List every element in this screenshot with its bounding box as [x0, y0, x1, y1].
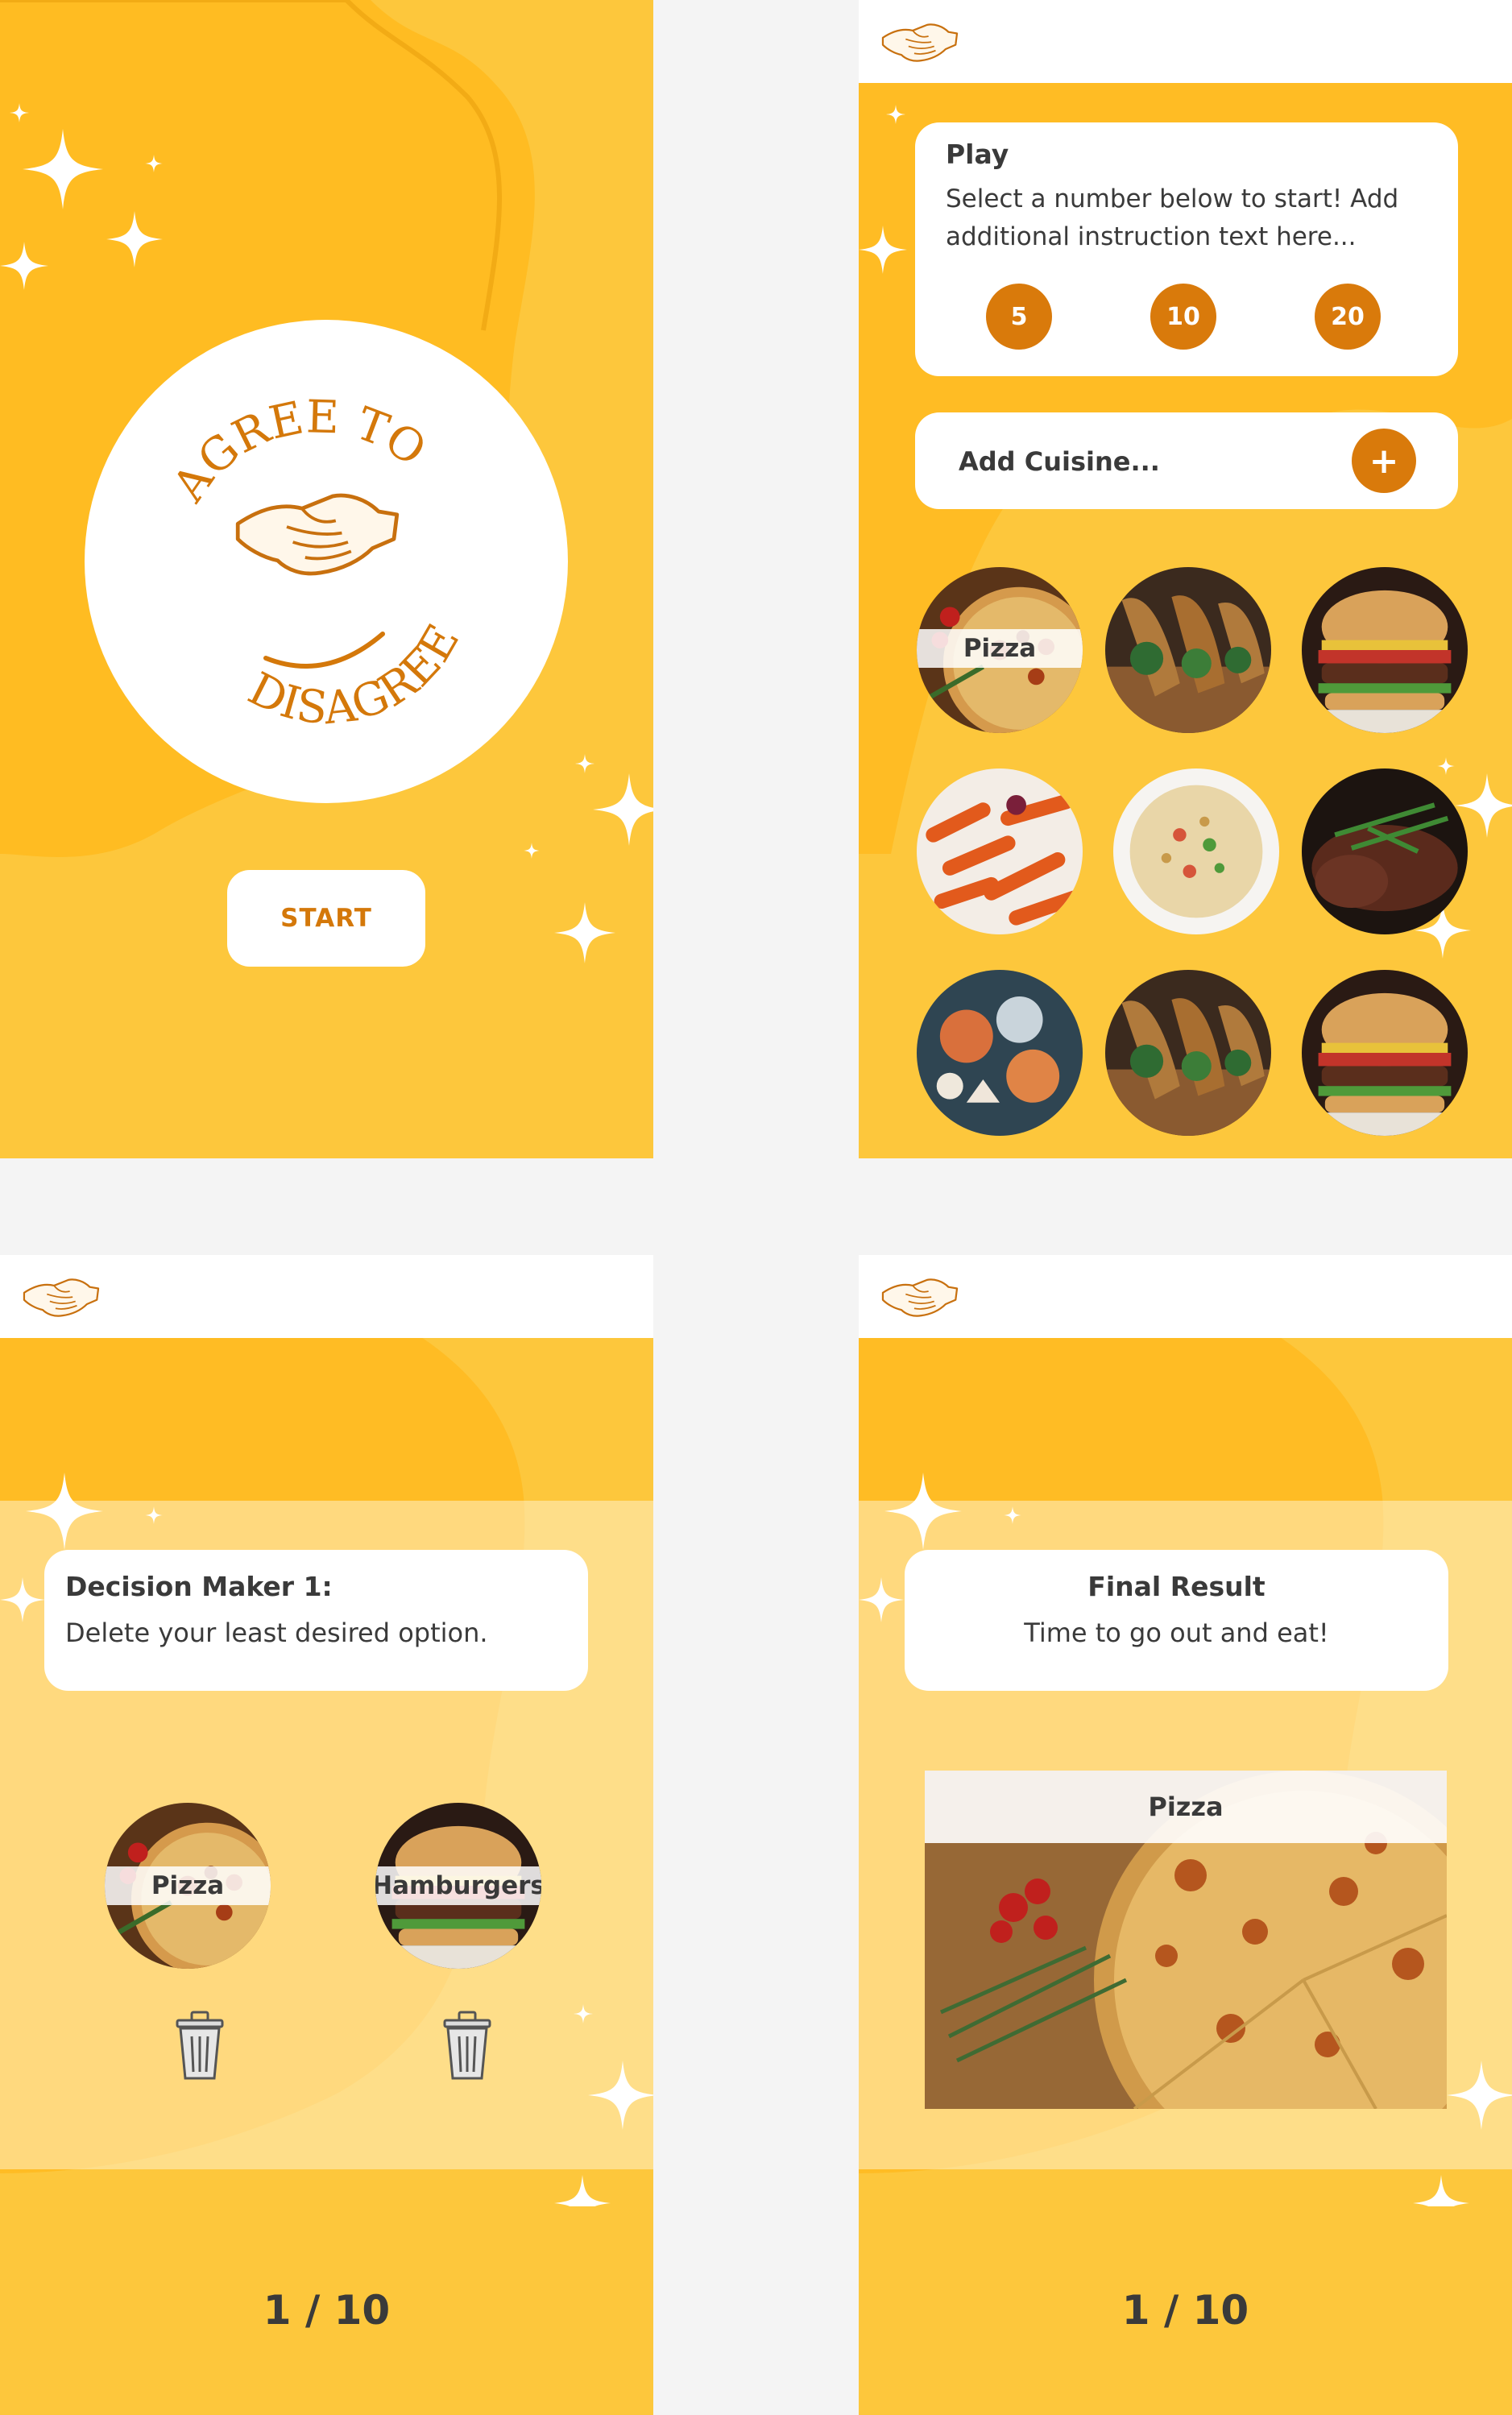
start-screen: AGREE TO DISAGREE START [0, 0, 653, 1158]
sparkle-icon [574, 2004, 593, 2024]
sparkle-icon [1004, 1506, 1021, 1524]
result-message: Time to go out and eat! [1024, 1618, 1329, 1648]
food-option[interactable] [917, 970, 1083, 1136]
winner-image: Pizza [925, 1771, 1447, 2109]
trash-icon[interactable] [438, 2009, 496, 2083]
sparkle-icon [554, 902, 615, 963]
sparkle-icon [1437, 757, 1455, 775]
play-title: Play [946, 139, 1009, 170]
handshake-icon [238, 495, 397, 574]
option-label: Pizza [105, 1866, 271, 1905]
sparkle-icon [10, 103, 29, 122]
food-option[interactable] [1105, 970, 1271, 1136]
seafood-photo [917, 970, 1083, 1136]
decision-screen: Decision Maker 1: Delete your least desi… [0, 1255, 653, 2415]
result-screen: Final Result Time to go out and eat! Piz… [859, 1255, 1512, 2415]
handshake-logo-icon[interactable] [16, 1273, 106, 1323]
number-option-20[interactable]: 20 [1315, 284, 1381, 350]
top-bar [859, 1255, 1512, 1338]
sparkle-icon [1447, 2061, 1512, 2130]
logo-top-text: AGREE TO [163, 391, 436, 512]
tacos-photo [1105, 970, 1271, 1136]
burger-photo [1302, 567, 1468, 733]
fried-rice-photo [1113, 768, 1279, 934]
sparkle-icon [859, 226, 907, 274]
app-logo: AGREE TO DISAGREE [85, 320, 568, 803]
pasta-photo [917, 768, 1083, 934]
decision-instructions: Delete your least desired option. [65, 1618, 488, 1648]
sparkle-icon [886, 105, 905, 124]
top-bar [0, 1255, 653, 1338]
sparkle-icon [588, 2061, 653, 2130]
sparkle-icon [145, 155, 163, 172]
top-bar [859, 0, 1512, 83]
number-option-5[interactable]: 5 [986, 284, 1052, 350]
decision-title: Decision Maker 1: [65, 1571, 333, 1602]
tacos-photo [1105, 567, 1271, 733]
sparkle-icon [593, 773, 653, 846]
food-option[interactable] [1302, 970, 1468, 1136]
sparkle-icon [884, 1473, 962, 1550]
sparkle-icon [0, 242, 48, 290]
food-option[interactable] [1302, 567, 1468, 733]
result-card: Final Result Time to go out and eat! [905, 1550, 1448, 1691]
option-pizza[interactable]: Pizza [105, 1803, 271, 1969]
sparkle-icon [23, 129, 103, 209]
number-option-10[interactable]: 10 [1150, 284, 1216, 350]
food-option[interactable]: Pizza [917, 567, 1083, 733]
logo-bottom-text: DISAGREE [240, 615, 470, 735]
sparkle-icon [0, 1577, 45, 1622]
winner-label: Pizza [925, 1771, 1447, 1843]
burger-photo [1302, 970, 1468, 1136]
play-card: Play Select a number below to start! Add… [915, 122, 1458, 376]
sparkle-icon [859, 1577, 904, 1622]
decision-card: Decision Maker 1: Delete your least desi… [44, 1550, 588, 1691]
food-option-label: Pizza [917, 629, 1083, 668]
round-counter: 1 / 10 [1121, 2287, 1249, 2334]
handshake-logo-icon[interactable] [875, 18, 965, 68]
sparkle-icon [26, 1473, 103, 1550]
sparkle-icon [575, 754, 594, 773]
plus-icon: + [1369, 440, 1399, 482]
food-option[interactable] [917, 768, 1083, 934]
handshake-logo-icon[interactable] [875, 1273, 965, 1323]
round-counter: 1 / 10 [263, 2287, 391, 2334]
sparkle-icon [106, 211, 163, 267]
result-title: Final Result [1087, 1571, 1266, 1602]
add-cuisine-input[interactable] [957, 437, 1363, 487]
play-screen: Play Select a number below to start! Add… [859, 0, 1512, 1158]
food-option[interactable] [1105, 567, 1271, 733]
add-cuisine-card: + [915, 412, 1458, 509]
option-label: Hamburgers [375, 1866, 541, 1905]
food-option[interactable] [1113, 768, 1279, 934]
trash-icon[interactable] [171, 2009, 229, 2083]
add-cuisine-button[interactable]: + [1352, 429, 1416, 493]
sparkle-icon [145, 1506, 163, 1524]
food-option[interactable] [1302, 768, 1468, 934]
play-instructions: Select a number below to start! Add addi… [946, 184, 1399, 251]
start-button[interactable]: START [227, 870, 425, 967]
option-hamburgers[interactable]: Hamburgers [375, 1803, 541, 1969]
steak-photo [1302, 768, 1468, 934]
sparkle-icon [524, 843, 540, 859]
